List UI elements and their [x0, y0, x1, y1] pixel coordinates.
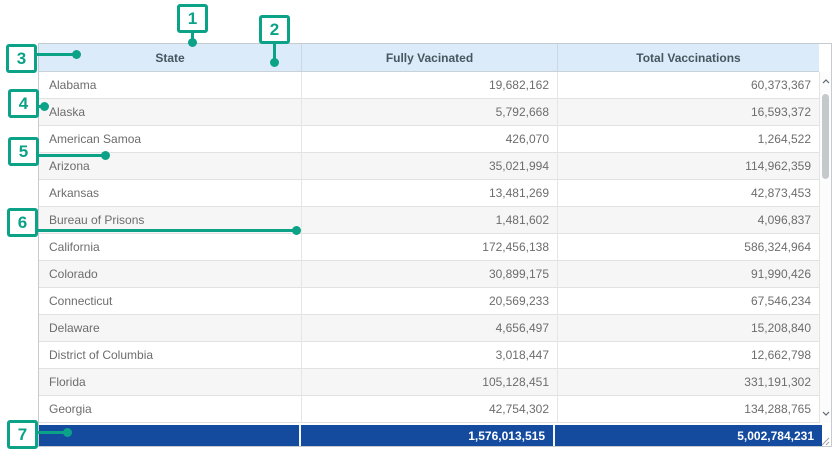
- column-header-fully-vaccinated[interactable]: Fully Vacinated: [301, 44, 557, 71]
- callout-4-dot: [40, 102, 49, 111]
- cell-total-vaccinations: 134,288,765: [557, 396, 819, 422]
- cell-state: California: [39, 234, 301, 260]
- table-row: Alaska 5,792,668 16,593,372: [39, 99, 819, 126]
- resize-grip-icon[interactable]: [819, 433, 830, 444]
- cell-total-vaccinations: 114,962,359: [557, 153, 819, 179]
- callout-3-box: 3: [6, 44, 37, 73]
- cell-fully-vaccinated: 4,656,497: [301, 315, 557, 341]
- table-row: Delaware 4,656,497 15,208,840: [39, 315, 819, 342]
- annotated-table-screenshot: State Fully Vacinated Total Vaccinations…: [0, 0, 833, 453]
- cell-fully-vaccinated: 1,481,602: [301, 207, 557, 233]
- cell-state: Georgia: [39, 396, 301, 422]
- table-row: Florida 105,128,451 331,191,302: [39, 369, 819, 396]
- cell-state: Alabama: [39, 72, 301, 98]
- table-row: Georgia 42,754,302 134,288,765: [39, 396, 819, 423]
- cell-total-vaccinations: 91,990,426: [557, 261, 819, 287]
- callout-6-box: 6: [7, 208, 38, 237]
- callout-2-box: 2: [259, 15, 290, 44]
- cell-state: Colorado: [39, 261, 301, 287]
- cell-total-vaccinations: 15,208,840: [557, 315, 819, 341]
- total-cell-state: [39, 425, 299, 446]
- cell-total-vaccinations: 4,096,837: [557, 207, 819, 233]
- cell-total-vaccinations: 12,662,798: [557, 342, 819, 368]
- callout-2-dot: [270, 58, 279, 67]
- callout-4-box: 4: [8, 89, 39, 118]
- table-row: District of Columbia 3,018,447 12,662,79…: [39, 342, 819, 369]
- cell-state: American Samoa: [39, 126, 301, 152]
- callout-5-line: [38, 154, 103, 157]
- cell-total-vaccinations: 16,593,372: [557, 99, 819, 125]
- cell-fully-vaccinated: 5,792,668: [301, 99, 557, 125]
- callout-1-dot: [188, 38, 197, 47]
- callout-6-dot: [292, 226, 301, 235]
- summary-total-row: 1,576,013,515 5,002,784,231: [39, 423, 822, 446]
- table-row: Alabama 19,682,162 60,373,367: [39, 72, 819, 99]
- cell-state: Florida: [39, 369, 301, 395]
- table-row: Colorado 30,899,175 91,990,426: [39, 261, 819, 288]
- cell-state: District of Columbia: [39, 342, 301, 368]
- callout-6-line: [37, 229, 294, 232]
- table-header-row: State Fully Vacinated Total Vaccinations: [39, 44, 819, 72]
- cell-total-vaccinations: 60,373,367: [557, 72, 819, 98]
- vaccination-table: State Fully Vacinated Total Vaccinations…: [38, 43, 832, 447]
- cell-fully-vaccinated: 172,456,138: [301, 234, 557, 260]
- callout-7-line: [38, 431, 66, 434]
- scroll-down-icon[interactable]: [820, 407, 831, 419]
- column-header-total-vaccinations[interactable]: Total Vaccinations: [557, 44, 819, 71]
- cell-total-vaccinations: 67,546,234: [557, 288, 819, 314]
- cell-fully-vaccinated: 426,070: [301, 126, 557, 152]
- total-cell-fully-vaccinated: 1,576,013,515: [299, 425, 553, 446]
- total-cell-total-vaccinations: 5,002,784,231: [553, 425, 822, 446]
- cell-state: Delaware: [39, 315, 301, 341]
- cell-state: Connecticut: [39, 288, 301, 314]
- cell-fully-vaccinated: 3,018,447: [301, 342, 557, 368]
- cell-fully-vaccinated: 105,128,451: [301, 369, 557, 395]
- scrollbar-thumb[interactable]: [822, 94, 829, 179]
- cell-total-vaccinations: 331,191,302: [557, 369, 819, 395]
- table-body: Alabama 19,682,162 60,373,367 Alaska 5,7…: [39, 72, 819, 423]
- cell-fully-vaccinated: 30,899,175: [301, 261, 557, 287]
- scroll-up-icon[interactable]: [820, 75, 831, 87]
- callout-1-box: 1: [177, 4, 208, 33]
- cell-total-vaccinations: 586,324,964: [557, 234, 819, 260]
- cell-total-vaccinations: 1,264,522: [557, 126, 819, 152]
- callout-7-dot: [63, 428, 72, 437]
- callout-3-dot: [72, 50, 81, 59]
- cell-fully-vaccinated: 13,481,269: [301, 180, 557, 206]
- table-row: Connecticut 20,569,233 67,546,234: [39, 288, 819, 315]
- table-row: Arkansas 13,481,269 42,873,453: [39, 180, 819, 207]
- cell-fully-vaccinated: 20,569,233: [301, 288, 557, 314]
- callout-5-dot: [101, 151, 110, 160]
- callout-7-box: 7: [7, 420, 38, 449]
- table-row: California 172,456,138 586,324,964: [39, 234, 819, 261]
- cell-fully-vaccinated: 42,754,302: [301, 396, 557, 422]
- callout-5-box: 5: [8, 137, 39, 166]
- cell-state: Arkansas: [39, 180, 301, 206]
- table-row: American Samoa 426,070 1,264,522: [39, 126, 819, 153]
- cell-fully-vaccinated: 35,021,994: [301, 153, 557, 179]
- vertical-scrollbar[interactable]: [819, 72, 831, 423]
- table-row: Arizona 35,021,994 114,962,359: [39, 153, 819, 180]
- callout-3-line: [36, 53, 76, 56]
- cell-state: Alaska: [39, 99, 301, 125]
- cell-total-vaccinations: 42,873,453: [557, 180, 819, 206]
- cell-fully-vaccinated: 19,682,162: [301, 72, 557, 98]
